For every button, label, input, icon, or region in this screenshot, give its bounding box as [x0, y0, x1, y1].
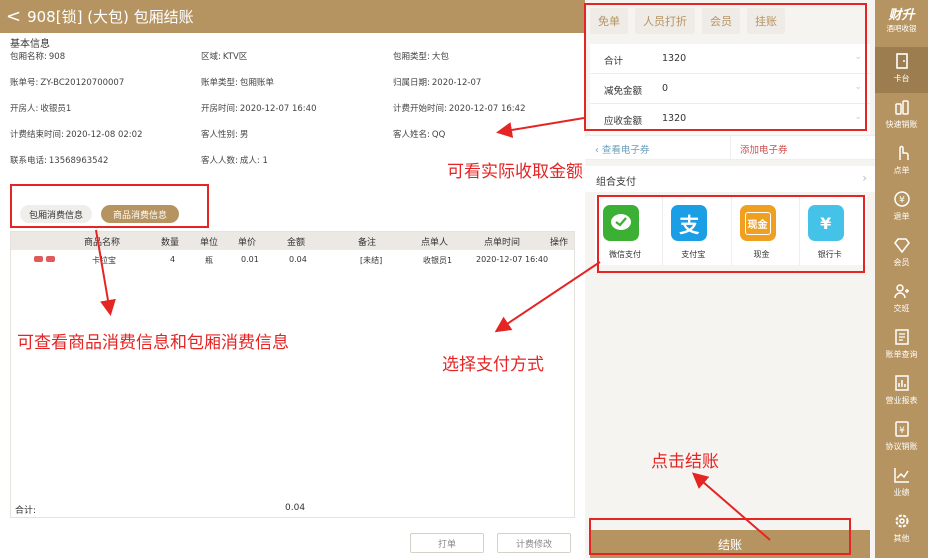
info-billing-end: 计费结束时间: 2020-12-08 02:02 — [10, 130, 143, 140]
info-bill-type: 账单类型: 包厢账单 — [201, 78, 274, 88]
info-guest-name: 客人姓名: QQ — [393, 130, 446, 140]
th-remark: 备注 — [358, 238, 377, 248]
annotation-click-checkout: 点击结账 — [651, 452, 719, 472]
sidebar-item-label: 营业报表 — [885, 396, 918, 405]
sidebar-nav: 财升 酒吧收银 卡台 快速销账 点单 ¥ 退单 会员 交班 账单查询 营业报表 … — [875, 0, 928, 558]
sidebar-item-return[interactable]: ¥ 退单 — [875, 185, 928, 231]
billing-modify-button[interactable]: 计费修改 — [497, 533, 571, 553]
cell-name: 卡拉宝 — [92, 256, 116, 265]
cell-orderer: 收银员1 — [423, 256, 453, 265]
view-coupon-link[interactable]: ‹ 查看电子券 — [595, 142, 649, 156]
th-qty: 数量 — [161, 238, 180, 248]
info-room-type: 包厢类型: 大包 — [393, 52, 449, 62]
sidebar-item-agreement[interactable]: ¥ 协议销账 — [875, 415, 928, 461]
sidebar-item-order[interactable]: 点单 — [875, 139, 928, 185]
chart-icon — [893, 468, 909, 483]
info-billing-start: 计费开始时间: 2020-12-07 16:42 — [393, 104, 526, 114]
sidebar-item-performance[interactable]: 业绩 — [875, 461, 928, 507]
chevron-right-icon: › — [862, 171, 867, 185]
combo-payment-label: 组合支付 — [596, 177, 636, 188]
sidebar-item-label: 点单 — [893, 166, 910, 175]
info-open-time: 开房时间: 2020-12-07 16:40 — [201, 104, 317, 114]
sidebar-item-label: 快速销账 — [885, 120, 918, 129]
sum-value: 0.04 — [285, 503, 306, 513]
sidebar-item-bill-query[interactable]: 账单查询 — [875, 323, 928, 369]
info-belong-date: 归属日期: 2020-12-07 — [393, 78, 482, 88]
sidebar-item-label: 会员 — [893, 258, 910, 267]
divider — [730, 136, 731, 161]
sidebar-item-label: 账单查询 — [885, 350, 918, 359]
page-title: 908[锁] (大包) 包厢结账 — [27, 8, 194, 26]
combo-payment-row[interactable]: 组合支付 › — [585, 166, 875, 192]
hand-icon — [898, 145, 909, 160]
sidebar-item-shift[interactable]: 交班 — [875, 277, 928, 323]
cell-price: 0.01 — [241, 255, 259, 264]
th-name: 商品名称 — [84, 238, 121, 248]
sidebar-item-label: 退单 — [893, 212, 910, 221]
cell-order-time: 2020-12-07 16:40 — [476, 255, 549, 264]
sidebar-item-label: 协议销账 — [885, 442, 918, 451]
sidebar-item-label: 卡台 — [893, 74, 910, 83]
coupon-row: ‹ 查看电子券 添加电子券 — [585, 135, 875, 161]
svg-text:¥: ¥ — [899, 426, 905, 436]
title-bar: < 908[锁] (大包) 包厢结账 — [0, 0, 585, 33]
th-amount: 金额 — [287, 238, 306, 248]
sidebar-item-other[interactable]: 其他 — [875, 507, 928, 553]
sum-row: 合计: 0.04 — [10, 498, 575, 518]
annotation-box-amount — [584, 3, 867, 131]
sum-label: 合计: — [15, 506, 37, 516]
bottle-icon — [894, 100, 909, 115]
th-price: 单价 — [238, 238, 257, 248]
annotation-box-payment — [597, 195, 865, 273]
brand-name: 财升 — [888, 8, 915, 23]
cell-unit: 瓶 — [205, 256, 213, 265]
sidebar-item-label: 其他 — [893, 534, 910, 543]
tag-icon — [34, 256, 43, 262]
annotation-box-tabs — [10, 184, 209, 228]
sidebar-item-label: 交班 — [893, 304, 910, 313]
info-phone: 联系电话: 13568963542 — [10, 156, 109, 166]
info-area: 区域: KTV区 — [201, 52, 248, 62]
section-title-basic-info: 基本信息 — [10, 39, 50, 50]
report-icon — [894, 375, 909, 391]
view-coupon-label: 查看电子券 — [601, 145, 650, 156]
info-room-name: 包厢名称: 908 — [10, 52, 66, 62]
bill-detail-panel: 基本信息 包厢名称: 908 区域: KTV区 包厢类型: 大包 账单号: ZY-BC2… — [0, 33, 585, 558]
gear-icon — [895, 514, 908, 528]
sidebar-item-label: 业绩 — [893, 488, 910, 497]
info-opener: 开房人: 收银员1 — [10, 104, 72, 114]
svg-text:¥: ¥ — [899, 196, 905, 206]
door-icon — [895, 53, 908, 69]
sidebar-item-report[interactable]: 营业报表 — [875, 369, 928, 415]
info-guest-count: 客人人数: 成人: 1 — [201, 156, 268, 166]
cell-qty: 4 — [170, 255, 176, 264]
sidebar-item-member[interactable]: 会员 — [875, 231, 928, 277]
cell-remark: [未结] — [360, 256, 383, 265]
th-unit: 单位 — [200, 238, 219, 248]
print-button[interactable]: 打单 — [410, 533, 484, 553]
th-orderer: 点单人 — [421, 238, 449, 248]
info-guest-gender: 客人性别: 男 — [201, 130, 249, 140]
table-header: 商品名称 数量 单位 单价 金额 备注 点单人 点单时间 操作 — [11, 232, 574, 250]
annotation-consumption-info: 可查看商品消费信息和包厢消费信息 — [17, 333, 289, 353]
diamond-icon — [893, 238, 910, 254]
brand-logo: 财升 酒吧收银 — [875, 4, 928, 34]
agreement-icon: ¥ — [894, 421, 909, 437]
sidebar-item-quick-writeoff[interactable]: 快速销账 — [875, 93, 928, 139]
return-icon: ¥ — [893, 191, 910, 207]
back-icon[interactable]: < — [6, 7, 21, 26]
annotation-actual-amount: 可看实际收取金额 — [447, 162, 583, 182]
th-order-time: 点单时间 — [484, 238, 521, 248]
annotation-box-checkout — [589, 518, 851, 555]
brand-subtitle: 酒吧收银 — [886, 24, 917, 33]
th-action: 操作 — [550, 238, 569, 248]
info-bill-no: 账单号: ZY-BC20120700007 — [10, 78, 125, 88]
bill-icon — [894, 329, 909, 345]
tag-icon — [46, 256, 55, 262]
add-coupon-link[interactable]: 添加电子券 — [740, 142, 788, 156]
annotation-choose-payment: 选择支付方式 — [442, 355, 544, 375]
cell-amount: 0.04 — [289, 255, 307, 264]
shift-icon — [893, 284, 909, 299]
sidebar-item-table[interactable]: 卡台 — [875, 47, 928, 93]
